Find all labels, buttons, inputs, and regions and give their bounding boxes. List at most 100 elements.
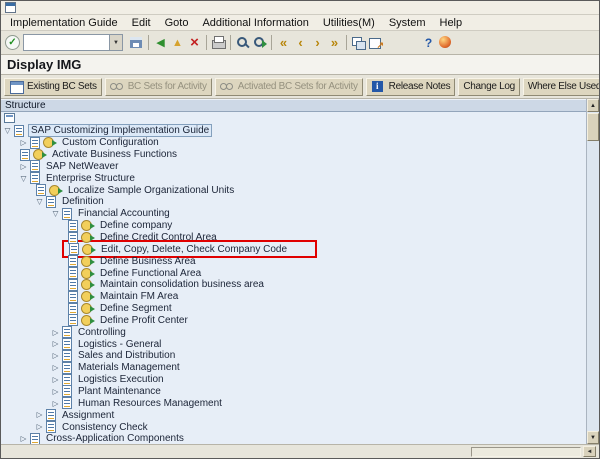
menu-item-edit[interactable]: Edit (125, 17, 158, 29)
tree-item-label[interactable]: Cross-Application Components (44, 433, 186, 444)
menu-item-system[interactable]: System (382, 17, 433, 29)
tree-item-label[interactable]: Define Segment (98, 303, 174, 314)
find-icon[interactable] (234, 34, 251, 51)
new-session-icon[interactable] (350, 34, 367, 51)
tree-item-label[interactable]: Logistics - General (76, 339, 163, 350)
cancel-icon[interactable] (186, 34, 203, 51)
tree-row-edit-copy-delete-check-company-code[interactable]: Edit, Copy, Delete, Check Company Code (1, 243, 586, 255)
scroll-down-icon[interactable] (587, 431, 599, 444)
tree-row-sap-netweaver[interactable]: ▷SAP NetWeaver (1, 161, 586, 173)
tree-row-logistics-general[interactable]: ▷Logistics - General (1, 338, 586, 350)
doc-icon[interactable] (69, 243, 79, 255)
tree-row-sap-customizing-implementation-guide[interactable]: ▽ SAP Customizing Implementation Guide (1, 125, 586, 137)
tree-item-label[interactable]: Edit, Copy, Delete, Check Company Code (99, 244, 289, 255)
existing-bc-sets-button[interactable]: Existing BC Sets (4, 78, 102, 96)
tree-row-localize-sample-organizational-units[interactable]: Localize Sample Organizational Units (1, 184, 586, 196)
expand-node-icon[interactable]: ▷ (49, 329, 62, 337)
expand-node-icon[interactable]: ▷ (49, 364, 62, 372)
tree-item-label[interactable]: Assignment (60, 410, 116, 421)
tree-item-label[interactable]: Financial Accounting (76, 208, 172, 219)
doc-icon[interactable] (14, 125, 24, 137)
expand-node-icon[interactable]: ▷ (49, 400, 62, 408)
command-input[interactable] (24, 36, 109, 49)
tree-row-define-profit-center[interactable]: Define Profit Center (1, 315, 586, 327)
doc-icon[interactable] (30, 137, 40, 149)
tree-item-label[interactable]: Maintain FM Area (98, 291, 180, 302)
activity-icon[interactable] (81, 220, 92, 231)
activity-icon[interactable] (81, 291, 92, 302)
tree-item-label[interactable]: Plant Maintenance (76, 386, 163, 397)
collapse-node-icon[interactable]: ▽ (1, 127, 14, 135)
expand-node-icon[interactable]: ▷ (49, 388, 62, 396)
tree-item-label[interactable]: Logistics Execution (76, 374, 166, 385)
page-down-icon[interactable] (309, 34, 326, 51)
tree-row-assignment[interactable]: ▷ Assignment (1, 409, 586, 421)
tree-row-human-resources-management[interactable]: ▷ Human Resources Management (1, 397, 586, 409)
scroll-up-icon[interactable] (587, 99, 599, 112)
doc-icon[interactable] (62, 397, 72, 409)
bc-sets-for-activity-button[interactable]: BC Sets for Activity (105, 78, 212, 96)
tree-item-label[interactable]: Define company (98, 220, 174, 231)
status-menu-icon[interactable] (583, 446, 596, 457)
doc-icon[interactable] (68, 267, 78, 279)
tree-row-activate-business-functions[interactable]: Activate Business Functions (1, 149, 586, 161)
tree-row-logistics-execution[interactable]: ▷ Logistics Execution (1, 374, 586, 386)
expand-node-icon[interactable]: ▷ (49, 376, 62, 384)
expand-node-icon[interactable]: ▷ (33, 423, 46, 431)
tree-item-label[interactable]: Define Business Area (98, 256, 198, 267)
activity-icon[interactable] (33, 149, 44, 160)
tree-item-label[interactable]: Definition (60, 196, 106, 207)
doc-icon[interactable] (62, 338, 72, 350)
tree-row-materials-management[interactable]: ▷ Materials Management (1, 362, 586, 374)
tree-row-maintain-consolidation-business-area[interactable]: Maintain consolidation business area (1, 279, 586, 291)
collapse-node-icon[interactable]: ▽ (49, 210, 62, 218)
tree-item-label[interactable]: Materials Management (76, 362, 182, 373)
last-page-icon[interactable] (326, 34, 343, 51)
menu-item-goto[interactable]: Goto (158, 17, 196, 29)
tree-item-label[interactable]: Activate Business Functions (50, 149, 179, 160)
expand-node-icon[interactable]: ▷ (33, 411, 46, 419)
activity-icon[interactable] (81, 315, 92, 326)
tree-row-enterprise-structure[interactable]: ▽Enterprise Structure (1, 172, 586, 184)
tree-item-label[interactable]: Consistency Check (60, 422, 150, 433)
doc-icon[interactable] (68, 279, 78, 291)
tree-row-custom-configuration[interactable]: ▷ Custom Configuration (1, 137, 586, 149)
doc-icon[interactable] (62, 350, 72, 362)
tree-row-controlling[interactable]: ▷Controlling (1, 326, 586, 338)
doc-icon[interactable] (62, 208, 72, 220)
tree-row-definition[interactable]: ▽Definition (1, 196, 586, 208)
exit-icon[interactable] (169, 34, 186, 51)
expand-node-icon[interactable]: ▷ (17, 139, 30, 147)
doc-icon[interactable] (36, 184, 46, 196)
customize-layout-icon[interactable] (437, 34, 454, 51)
doc-icon[interactable] (62, 362, 72, 374)
doc-icon[interactable] (62, 374, 72, 386)
tree-row-define-functional-area[interactable]: Define Functional Area (1, 267, 586, 279)
tree-item-label[interactable]: Human Resources Management (76, 398, 224, 409)
doc-icon[interactable] (68, 255, 78, 267)
enter-icon[interactable] (5, 35, 20, 50)
activity-icon[interactable] (81, 232, 92, 243)
tree-row-sales-and-distribution[interactable]: ▷Sales and Distribution (1, 350, 586, 362)
tree-row-plant-maintenance[interactable]: ▷ Plant Maintenance (1, 386, 586, 398)
collapse-node-icon[interactable]: ▽ (17, 175, 30, 183)
doc-icon[interactable] (62, 385, 72, 397)
activity-icon[interactable] (81, 303, 92, 314)
doc-icon[interactable] (68, 314, 78, 326)
expand-node-icon[interactable]: ▷ (17, 435, 30, 443)
back-icon[interactable] (152, 34, 169, 51)
tree-item-label[interactable]: Define Functional Area (98, 268, 203, 279)
create-shortcut-icon[interactable] (367, 34, 384, 51)
change-log-button[interactable]: Change Log (458, 78, 520, 96)
tree-item-label[interactable]: SAP Customizing Implementation Guide (28, 124, 212, 137)
tree-item-label[interactable]: Maintain consolidation business area (98, 279, 266, 290)
scrollbar-track[interactable] (587, 141, 599, 431)
tree-row-define-company[interactable]: Define company (1, 220, 586, 232)
tree-item-label[interactable]: Custom Configuration (60, 137, 161, 148)
tree-item-label[interactable]: Sales and Distribution (76, 350, 177, 361)
doc-icon[interactable] (30, 160, 40, 172)
doc-icon[interactable] (46, 196, 56, 208)
menu-item-help[interactable]: Help (433, 17, 470, 29)
release-notes-button[interactable]: Release Notes (366, 78, 456, 96)
sap-screen-icon[interactable] (5, 2, 16, 13)
